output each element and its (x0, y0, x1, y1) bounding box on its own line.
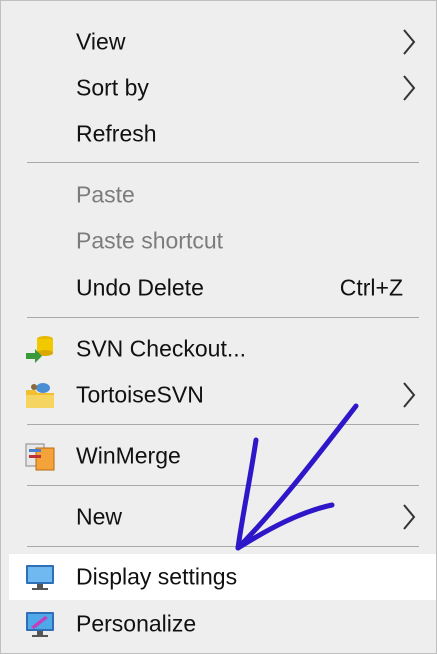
menu-separator (27, 162, 419, 163)
chevron-right-icon (403, 75, 416, 101)
menu-item-new[interactable]: New (1, 494, 436, 540)
menu-separator (27, 424, 419, 425)
menu-item-label: SVN Checkout... (76, 335, 247, 362)
svn-checkout-icon (26, 336, 53, 363)
chevron-right-icon (403, 504, 416, 530)
menu-item-label: Refresh (76, 120, 157, 147)
keyboard-shortcut: Ctrl+Z (339, 274, 403, 301)
menu-item-label: TortoiseSVN (76, 381, 204, 408)
menu-item-label: Sort by (76, 74, 149, 101)
menu-separator (27, 317, 419, 318)
menu-item-label: View (76, 28, 126, 55)
menu-item-tortoisesvn[interactable]: TortoiseSVN (1, 372, 436, 418)
menu-item-undo-delete[interactable]: Undo Delete Ctrl+Z (1, 265, 436, 311)
menu-item-paste: Paste (1, 172, 436, 218)
menu-item-label: WinMerge (76, 442, 181, 469)
desktop-context-menu: View Sort by Refresh Paste Paste shortcu… (0, 0, 437, 654)
menu-item-view[interactable]: View (1, 19, 436, 65)
chevron-right-icon (403, 382, 416, 408)
menu-item-label: Personalize (76, 610, 197, 637)
personalize-icon (26, 612, 54, 637)
menu-item-svn-checkout[interactable]: SVN Checkout... (1, 326, 436, 372)
menu-item-label: Undo Delete (76, 274, 204, 301)
menu-item-refresh[interactable]: Refresh (1, 111, 436, 157)
menu-item-label: Paste (76, 181, 135, 208)
menu-item-label: Display settings (76, 563, 238, 590)
tortoisesvn-icon (26, 383, 54, 408)
display-settings-icon (26, 565, 54, 590)
chevron-right-icon (403, 29, 416, 55)
menu-item-label: Paste shortcut (76, 227, 224, 254)
menu-item-label: New (76, 503, 123, 530)
menu-item-paste-shortcut: Paste shortcut (1, 218, 436, 264)
winmerge-icon (25, 443, 55, 471)
menu-item-personalize[interactable]: Personalize (1, 601, 436, 647)
menu-item-winmerge[interactable]: WinMerge (1, 433, 436, 479)
menu-item-sort-by[interactable]: Sort by (1, 65, 436, 111)
menu-separator (27, 485, 419, 486)
menu-separator (27, 546, 419, 547)
menu-item-display-settings[interactable]: Display settings (9, 554, 436, 600)
